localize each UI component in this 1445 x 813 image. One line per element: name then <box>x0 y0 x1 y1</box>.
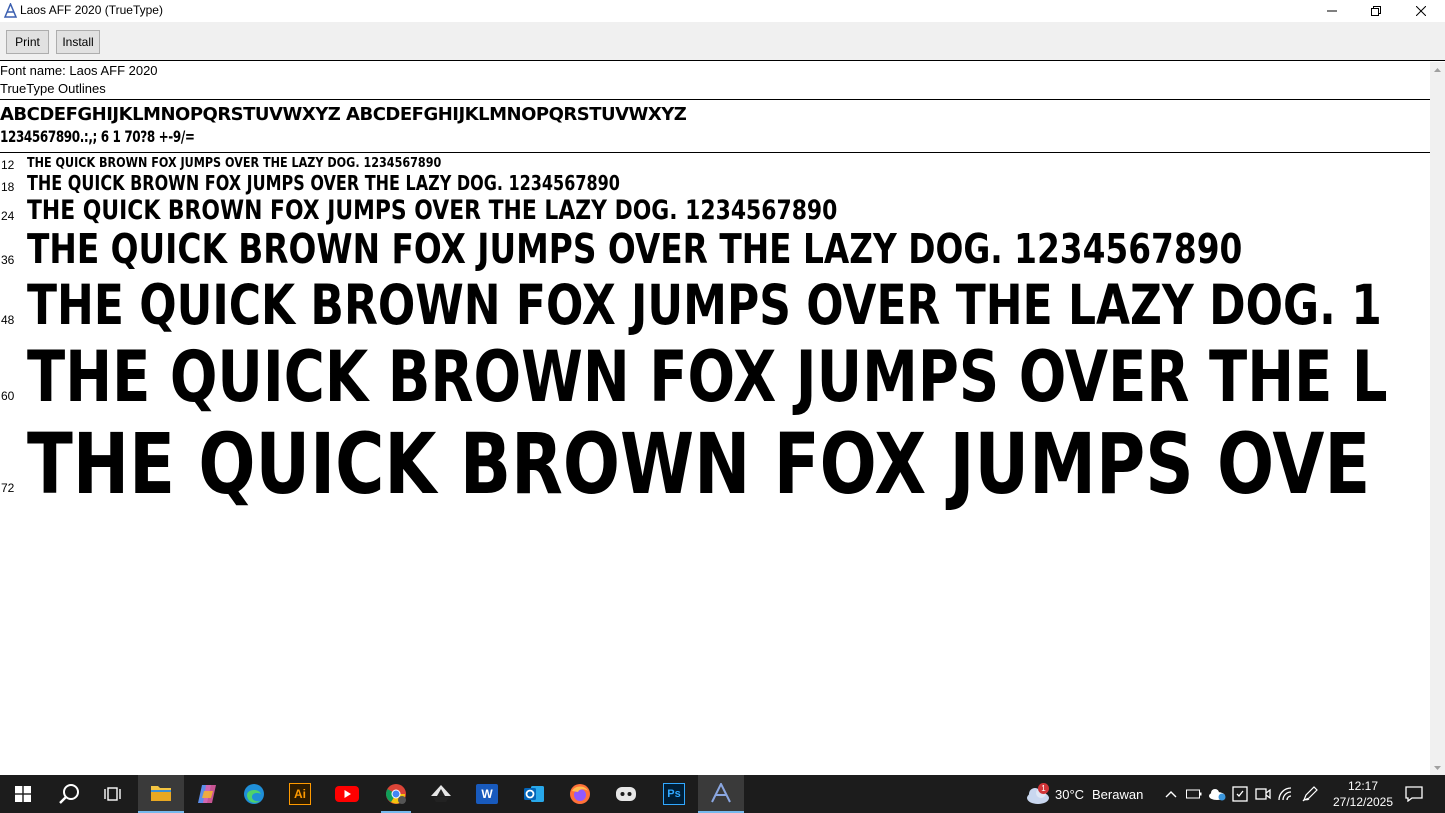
sample-row: 72 THE QUICK BROWN FOX JUMPS OVE <box>0 418 1430 506</box>
font-preview-area: Font name: Laos AFF 2020 TrueType Outlin… <box>0 62 1430 775</box>
scroll-down-arrow-icon[interactable] <box>1430 760 1445 775</box>
restore-button[interactable] <box>1354 0 1398 22</box>
pen-icon[interactable] <box>1301 785 1319 803</box>
sample-text: THE QUICK BROWN FOX JUMPS OVE <box>27 415 1371 513</box>
chevron-up-icon[interactable] <box>1162 785 1180 803</box>
sample-text: THE QUICK BROWN FOX JUMPS OVER THE LAZY … <box>27 273 1382 337</box>
search-icon[interactable] <box>46 775 92 813</box>
size-label: 72 <box>1 481 15 495</box>
start-icon[interactable] <box>0 775 46 813</box>
size-label: 12 <box>1 158 15 172</box>
print-button[interactable]: Print <box>6 30 49 54</box>
divider <box>0 152 1430 153</box>
onedrive-icon[interactable] <box>1208 785 1226 803</box>
sample-text: THE QUICK BROWN FOX JUMPS OVER THE L <box>27 336 1388 418</box>
scroll-up-arrow-icon[interactable] <box>1430 62 1445 77</box>
size-label: 60 <box>1 389 15 403</box>
font-viewer-app-icon <box>3 2 18 18</box>
sample-text: THE QUICK BROWN FOX JUMPS OVER THE LAZY … <box>27 171 620 195</box>
size-label: 18 <box>1 180 15 194</box>
minimize-button[interactable] <box>1310 0 1354 22</box>
sample-row: 48 THE QUICK BROWN FOX JUMPS OVER THE LA… <box>0 274 1430 334</box>
sample-text: THE QUICK BROWN FOX JUMPS OVER THE LAZY … <box>27 225 1243 273</box>
photoshop-icon-text: Ps <box>663 783 685 805</box>
weather-badge: 1 <box>1038 783 1049 794</box>
discord-icon[interactable] <box>603 775 649 813</box>
task-view-icon[interactable] <box>90 775 136 813</box>
weather-temp[interactable]: 30°C <box>1055 787 1084 802</box>
sample-row: 36 THE QUICK BROWN FOX JUMPS OVER THE LA… <box>0 226 1430 272</box>
clock-time: 12:17 <box>1347 779 1379 793</box>
vertical-scrollbar[interactable] <box>1430 62 1445 775</box>
charset-digits: 1234567890.:,; 6 1 70?8 +-9/= <box>0 127 195 146</box>
edge-icon[interactable] <box>231 775 277 813</box>
word-icon[interactable]: W <box>464 775 510 813</box>
firefox-icon[interactable] <box>557 775 603 813</box>
illustrator-icon-text: Ai <box>289 783 311 805</box>
sample-row: 24 THE QUICK BROWN FOX JUMPS OVER THE LA… <box>0 196 1430 226</box>
outlook-icon[interactable] <box>511 775 557 813</box>
size-label: 36 <box>1 253 15 267</box>
clock-date: 27/12/2025 <box>1332 795 1394 809</box>
font-viewer-icon[interactable] <box>698 775 744 813</box>
sample-text: THE QUICK BROWN FOX JUMPS OVER THE LAZY … <box>27 195 838 226</box>
sample-text: THE QUICK BROWN FOX JUMPS OVER THE LAZY … <box>27 156 442 171</box>
photoshop-icon[interactable]: Ps <box>651 775 697 813</box>
weather-desc[interactable]: Berawan <box>1092 787 1143 802</box>
size-label: 24 <box>1 209 15 223</box>
sample-row: 12 THE QUICK BROWN FOX JUMPS OVER THE LA… <box>0 156 1430 172</box>
sample-row: 60 THE QUICK BROWN FOX JUMPS OVER THE L <box>0 338 1430 412</box>
battery-icon[interactable] <box>1185 785 1203 803</box>
camera-icon[interactable] <box>1254 785 1272 803</box>
close-button[interactable] <box>1399 0 1443 22</box>
security-icon[interactable] <box>1231 785 1249 803</box>
install-button[interactable]: Install <box>56 30 100 54</box>
taskbar: Ai W Ps 1 30°C Berawan 12:17 27/12/2025 <box>0 775 1445 813</box>
window-title: Laos AFF 2020 (TrueType) <box>20 3 163 17</box>
font-type-line: TrueType Outlines <box>0 81 106 96</box>
wifi-icon[interactable] <box>1277 785 1295 803</box>
chrome-icon[interactable] <box>373 775 419 813</box>
sample-row: 18 THE QUICK BROWN FOX JUMPS OVER THE LA… <box>0 172 1430 196</box>
font-name-line: Font name: Laos AFF 2020 <box>0 63 158 78</box>
clock[interactable]: 12:17 27/12/2025 <box>1326 778 1400 810</box>
notification-icon[interactable] <box>1405 785 1423 803</box>
file-explorer-icon[interactable] <box>138 775 184 813</box>
charset-letters: ABCDEFGHIJKLMNOPQRSTUVWXYZ ABCDEFGHIJKLM… <box>0 104 687 125</box>
title-bar: Laos AFF 2020 (TrueType) <box>0 0 1445 22</box>
copilot-icon[interactable] <box>184 775 230 813</box>
toolbar: Print Install <box>0 22 1445 61</box>
illustrator-icon[interactable]: Ai <box>277 775 323 813</box>
youtube-icon[interactable] <box>324 775 370 813</box>
word-icon-text: W <box>476 784 498 804</box>
divider <box>0 99 1430 100</box>
inkscape-icon[interactable] <box>418 775 464 813</box>
size-label: 48 <box>1 313 15 327</box>
